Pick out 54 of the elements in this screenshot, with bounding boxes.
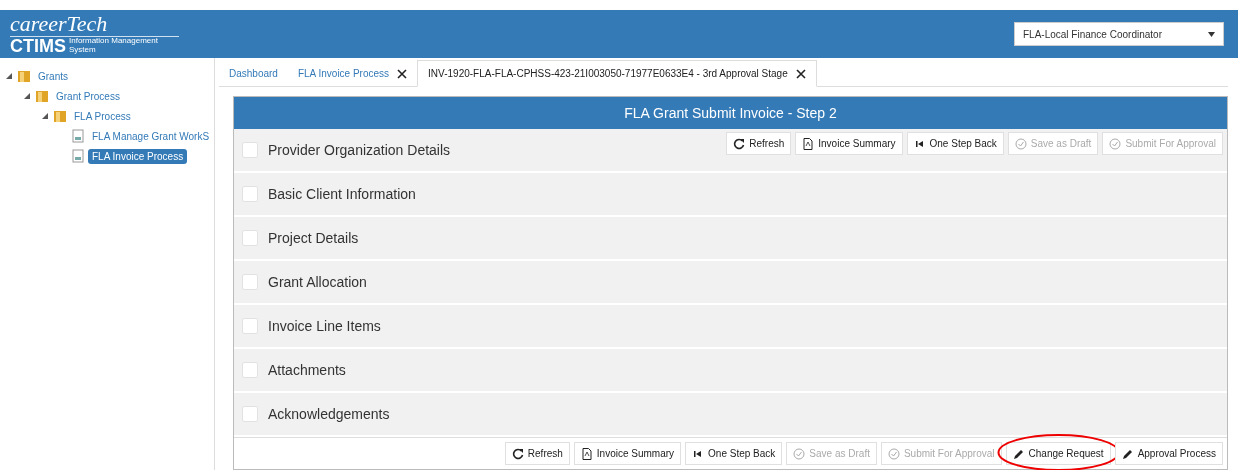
panel-title: FLA Grant Submit Invoice - Step 2 — [234, 97, 1227, 129]
check-circle-icon — [887, 447, 900, 460]
tree-item[interactable]: Grants — [34, 68, 72, 84]
section-marker — [242, 318, 258, 334]
close-icon[interactable] — [795, 68, 806, 79]
role-select[interactable]: FLA-Local Finance Coordinator — [1014, 22, 1224, 46]
check-circle-icon — [1109, 137, 1122, 150]
section-header[interactable]: Attachments — [234, 349, 1227, 393]
tree-item[interactable]: FLA Process — [70, 108, 135, 124]
check-circle-icon — [793, 447, 806, 460]
toolbar-button[interactable]: Change Request — [1005, 442, 1111, 465]
toolbar-button[interactable]: Invoice Summary — [795, 132, 903, 155]
tab[interactable]: INV-1920-FLA-FLA-CPHSS-423-21I003050-71977E0633E4 - 3rd Approval Stage — [417, 60, 817, 87]
refresh-icon — [511, 447, 524, 460]
toolbar-button[interactable]: Refresh — [726, 132, 792, 155]
caret-icon — [1208, 31, 1215, 37]
page-icon — [71, 149, 85, 163]
section-marker — [242, 362, 258, 378]
pencil-icon — [1121, 447, 1134, 460]
logo-tagline: careerTech — [10, 13, 179, 37]
toolbar-button[interactable]: One Step Back — [906, 132, 1004, 155]
section-marker — [242, 230, 258, 246]
logo-subtitle: Information Management System — [69, 37, 159, 55]
section-marker — [242, 406, 258, 422]
section-header[interactable]: Basic Client Information — [234, 173, 1227, 217]
toolbar-button[interactable]: One Step Back — [685, 442, 783, 465]
expand-toggle[interactable] — [42, 113, 48, 119]
expand-toggle[interactable] — [6, 73, 12, 79]
section-header[interactable]: Project Details — [234, 217, 1227, 261]
folder-icon — [17, 69, 31, 83]
toolbar-button[interactable]: Invoice Summary — [573, 442, 682, 465]
tree-item[interactable]: Grant Process — [52, 88, 124, 104]
check-circle-icon — [1014, 137, 1027, 150]
toolbar-button[interactable]: Approval Process — [1114, 442, 1223, 465]
section-header[interactable]: Invoice Line Items — [234, 305, 1227, 349]
tree-item[interactable]: FLA Manage Grant WorkS — [88, 128, 214, 144]
section-header[interactable]: Grant Allocation — [234, 261, 1227, 305]
expand-toggle[interactable] — [24, 93, 30, 99]
folder-icon — [53, 109, 67, 123]
tree-item[interactable]: FLA Invoice Process — [88, 148, 188, 164]
pencil-icon — [1012, 447, 1025, 460]
section-marker — [242, 274, 258, 290]
close-icon[interactable] — [397, 68, 408, 79]
document-icon — [802, 137, 815, 150]
page-icon — [71, 129, 85, 143]
logo-text: CTIMS — [10, 37, 66, 55]
document-icon — [580, 447, 593, 460]
refresh-icon — [733, 137, 746, 150]
toolbar-button[interactable]: Refresh — [504, 442, 570, 465]
section-marker — [242, 186, 258, 202]
tab[interactable]: Dashboard — [219, 61, 288, 86]
section-marker — [242, 142, 258, 158]
tab[interactable]: FLA Invoice Process — [287, 61, 418, 86]
folder-icon — [35, 89, 49, 103]
